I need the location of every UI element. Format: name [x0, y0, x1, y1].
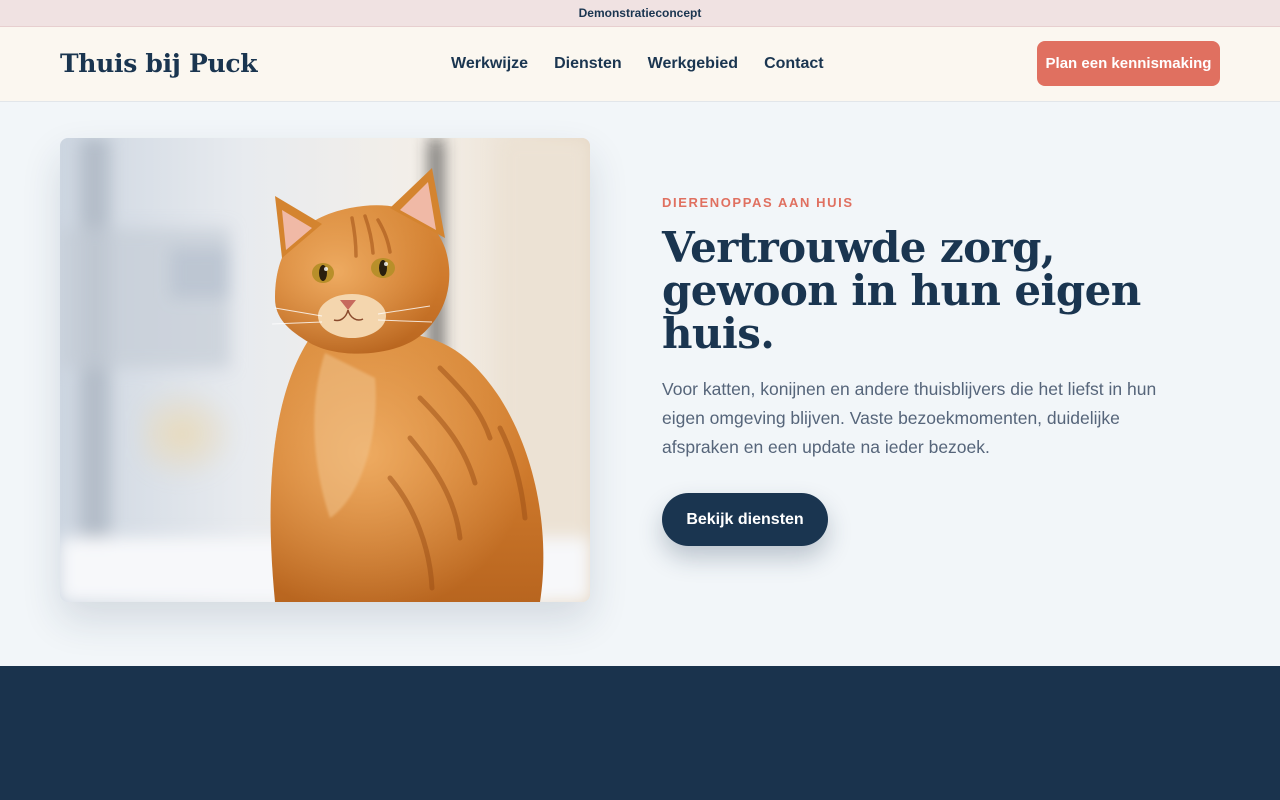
main-nav: Werkwijze Diensten Werkgebied Contact	[451, 53, 824, 75]
cat-photo	[60, 138, 590, 602]
plan-kennismaking-button[interactable]: Plan een kennismaking	[1037, 41, 1220, 86]
nav-link-contact[interactable]: Contact	[764, 53, 824, 75]
hero-eyebrow: DIERENOPPAS AAN HUIS	[662, 195, 854, 210]
hero-lead-text: Voor katten, konijnen en andere thuisbli…	[662, 379, 1157, 457]
hero-headline: Vertrouwde zorg, gewoon in hun eigen hui…	[662, 223, 1141, 358]
hero-section: DIERENOPPAS AAN HUIS Vertrouwde zorg, ge…	[0, 102, 1280, 666]
cat-illustration	[60, 138, 590, 602]
nav-link-diensten[interactable]: Diensten	[554, 53, 622, 75]
nav-link-werkgebied[interactable]: Werkgebied	[648, 53, 738, 75]
bekijk-diensten-button[interactable]: Bekijk diensten	[662, 493, 828, 546]
brand-logo[interactable]: Thuis bij Puck	[60, 45, 258, 83]
nav-link-werkwijze[interactable]: Werkwijze	[451, 53, 528, 75]
dark-section	[0, 666, 1280, 800]
site-header: Thuis bij Puck Werkwijze Diensten Werkge…	[0, 27, 1280, 102]
demo-banner-text: Demonstratieconcept	[578, 6, 702, 20]
demo-banner: Demonstratieconcept	[0, 0, 1280, 27]
